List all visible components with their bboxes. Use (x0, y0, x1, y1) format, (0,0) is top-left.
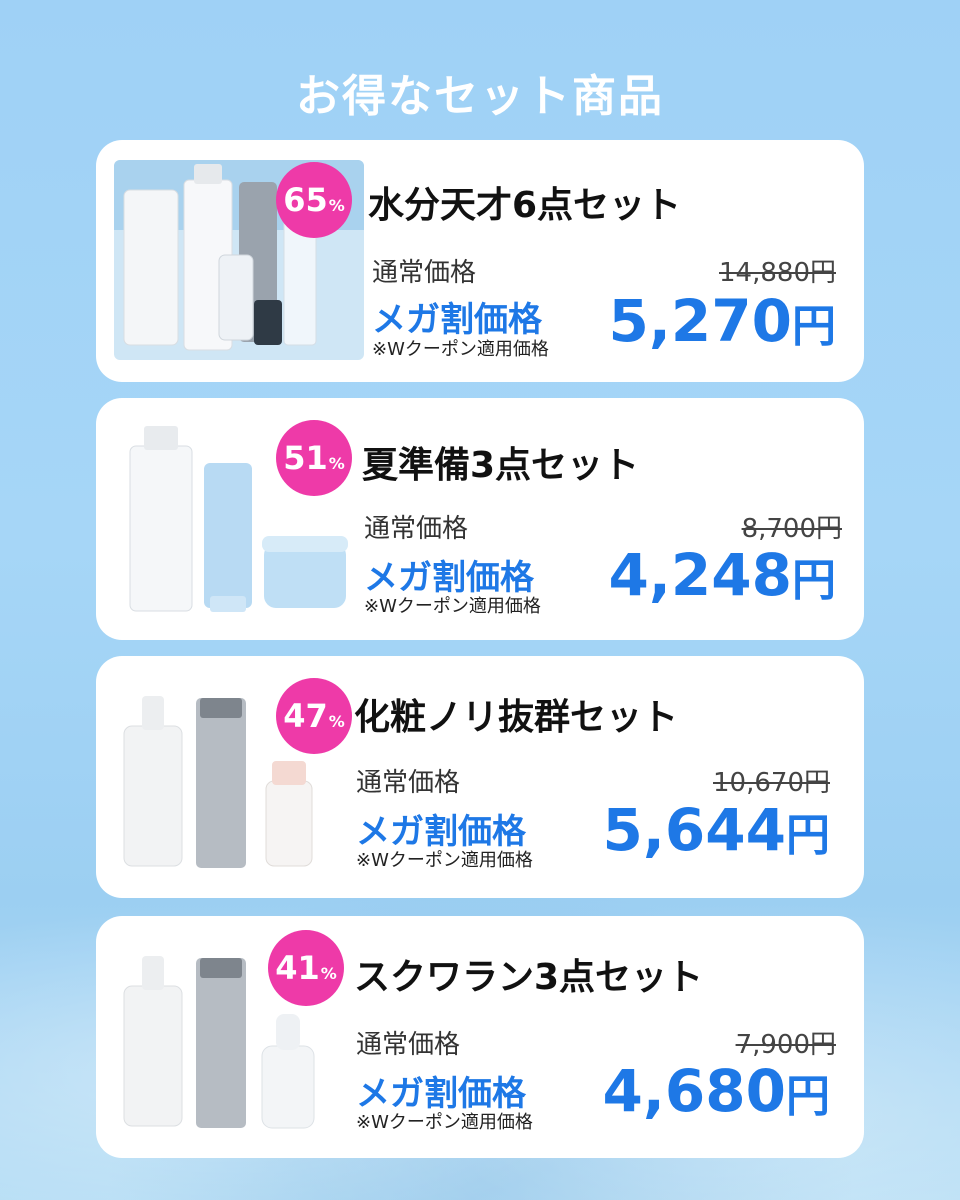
sale-price: 5,270円 (609, 292, 836, 350)
page-title: お得なセット商品 (296, 71, 664, 122)
regular-price: 8,700円 (741, 514, 842, 544)
set-card-2[interactable]: 51% 夏準備3点セット 通常価格 8,700円 メガ割価格 ※Wクーポン適用価… (96, 398, 864, 640)
sale-price: 4,248円 (609, 546, 836, 604)
regular-price-label: 通常価格 (356, 1030, 461, 1060)
sale-price-value: 5,270 (608, 287, 792, 355)
discount-badge: 51% (276, 420, 352, 496)
set-name: スクワラン3点セット (354, 957, 704, 998)
percent-sign: % (328, 711, 345, 731)
yen-sign: 円 (792, 301, 836, 352)
sale-price-value: 4,248 (608, 541, 792, 609)
set-card-3[interactable]: 47% 化粧ノリ抜群セット 通常価格 10,670円 メガ割価格 ※Wクーポン適… (96, 656, 864, 898)
coupon-note: ※Wクーポン適用価格 (356, 1112, 533, 1133)
yen-sign: 円 (786, 1071, 830, 1122)
set-card-1[interactable]: 65% 水分天才6点セット 通常価格 14,880円 メガ割価格 ※Wクーポン適… (96, 140, 864, 382)
discount-value: 47 (283, 697, 328, 735)
set-card-4[interactable]: 41% スクワラン3点セット 通常価格 7,900円 メガ割価格 ※Wクーポン適… (96, 916, 864, 1158)
coupon-note: ※Wクーポン適用価格 (364, 596, 541, 617)
percent-sign: % (328, 453, 345, 473)
discount-badge: 41% (268, 930, 344, 1006)
regular-price-label: 通常価格 (356, 768, 461, 798)
set-name: 水分天才6点セット (368, 185, 682, 226)
regular-price-label: 通常価格 (372, 258, 477, 288)
discount-value: 51 (283, 439, 328, 477)
discount-badge: 47% (276, 678, 352, 754)
percent-sign: % (320, 963, 337, 983)
regular-price: 14,880円 (719, 258, 836, 288)
coupon-note: ※Wクーポン適用価格 (356, 850, 533, 871)
mega-sale-label: メガ割価格 (372, 300, 542, 340)
set-name: 夏準備3点セット (362, 445, 640, 486)
regular-price: 7,900円 (735, 1030, 836, 1060)
sale-price: 4,680円 (603, 1062, 830, 1120)
set-name: 化粧ノリ抜群セット (354, 697, 679, 738)
discount-value: 41 (275, 949, 320, 987)
percent-sign: % (328, 195, 345, 215)
yen-sign: 円 (786, 810, 830, 861)
yen-sign: 円 (792, 555, 836, 606)
sale-price-value: 5,644 (602, 796, 786, 864)
discount-value: 65 (283, 181, 328, 219)
coupon-note: ※Wクーポン適用価格 (372, 339, 549, 360)
sale-price-value: 4,680 (602, 1057, 786, 1125)
discount-badge: 65% (276, 162, 352, 238)
regular-price-label: 通常価格 (364, 514, 469, 544)
regular-price: 10,670円 (713, 768, 830, 798)
sale-price: 5,644円 (603, 801, 830, 859)
